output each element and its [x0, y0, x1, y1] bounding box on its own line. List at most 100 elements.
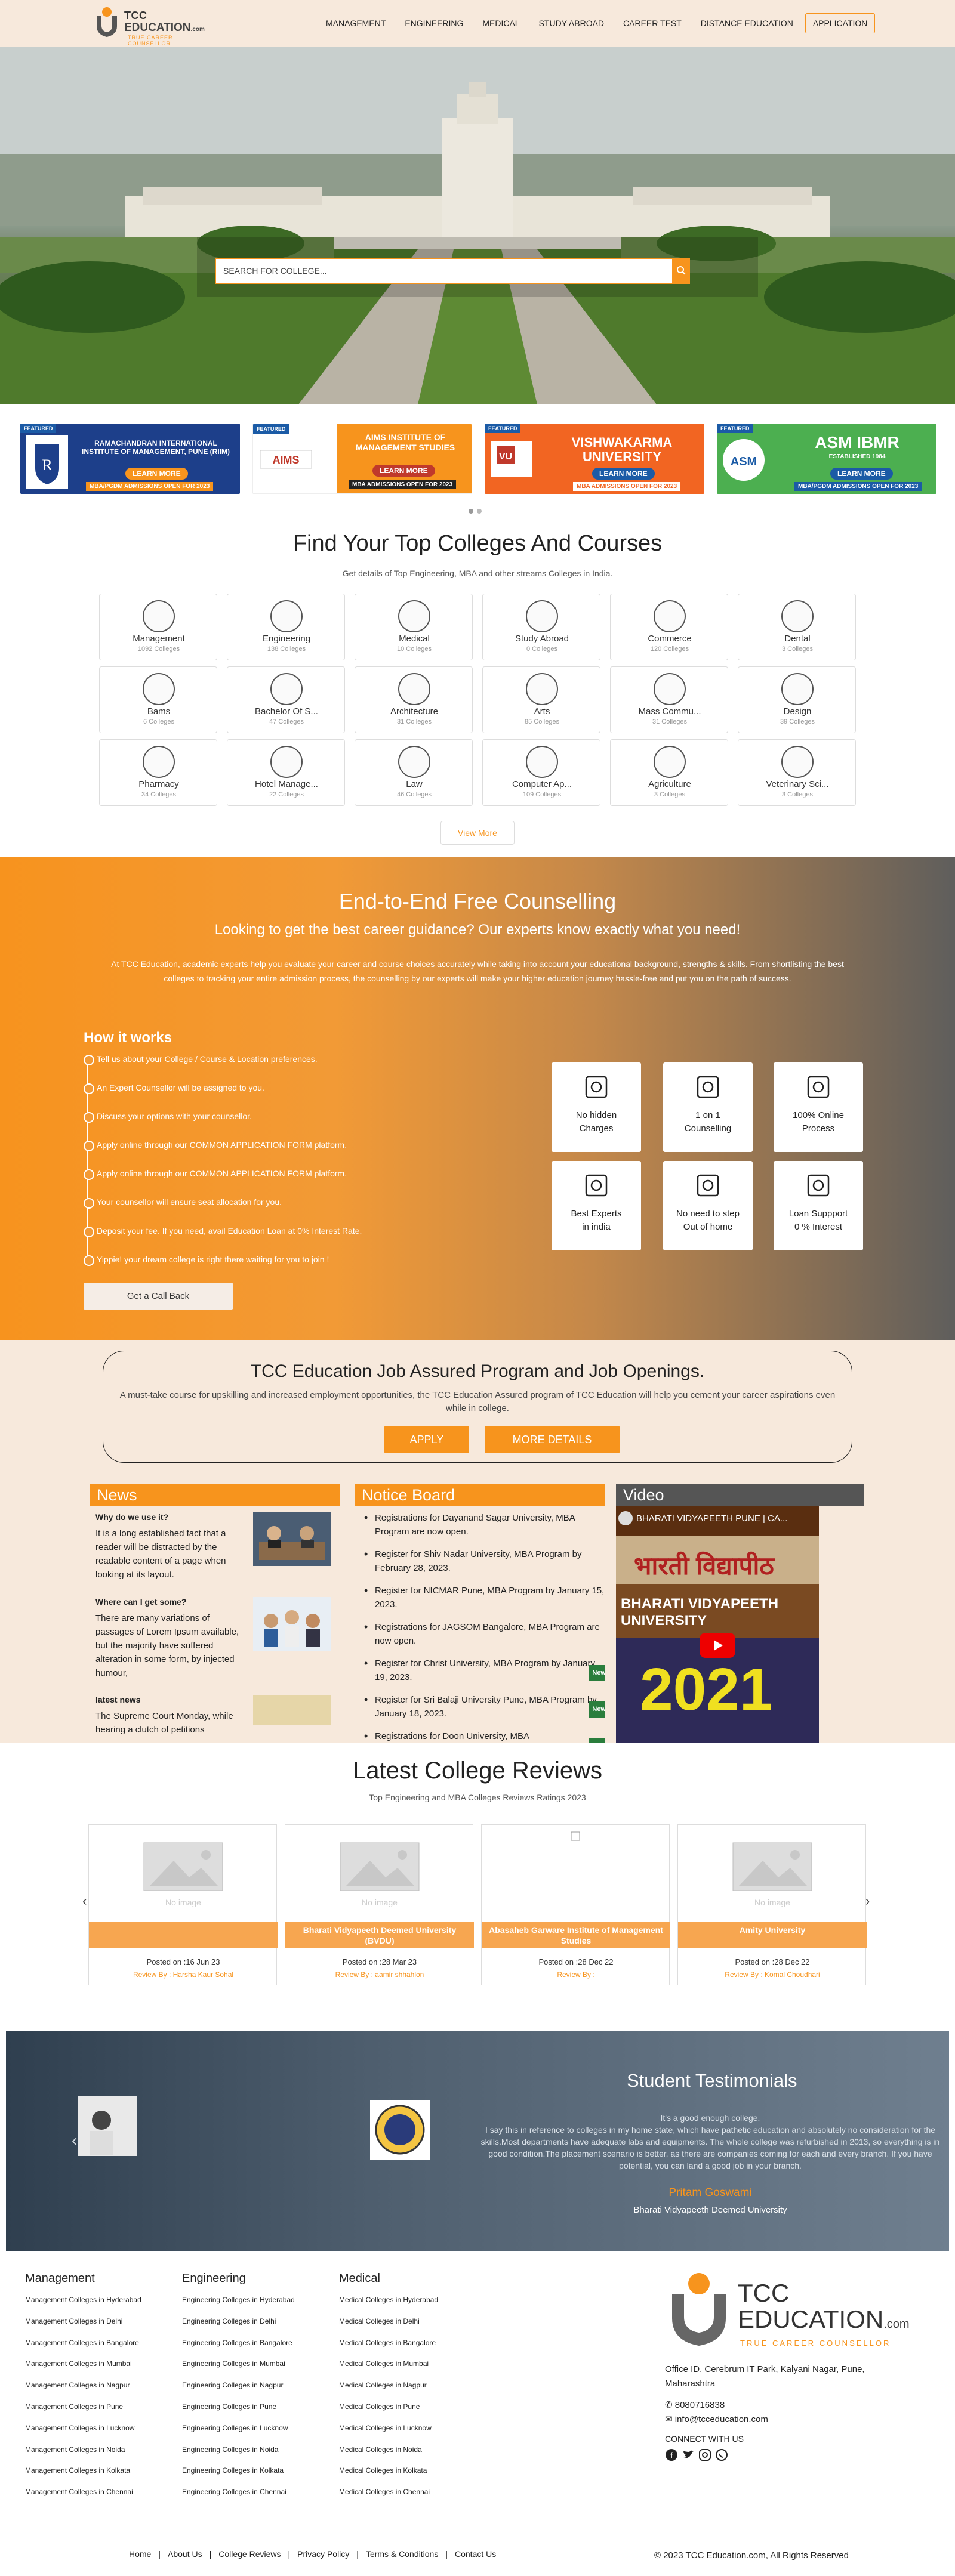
play-button[interactable]	[700, 1633, 735, 1658]
category-card[interactable]: Hotel Manage... 22 Colleges	[227, 739, 345, 806]
category-card[interactable]: Bachelor Of S... 47 Colleges	[227, 666, 345, 733]
footer-link[interactable]: Engineering Colleges in Delhi	[182, 2315, 295, 2337]
reviews-next-arrow-icon[interactable]: ›	[865, 1894, 870, 1909]
reviews-prev-arrow-icon[interactable]: ‹	[82, 1894, 87, 1909]
footer-link[interactable]: Medical Colleges in Noida	[339, 2444, 438, 2465]
category-card[interactable]: Medical 10 Colleges	[355, 594, 473, 660]
footer-link[interactable]: Engineering Colleges in Bangalore	[182, 2337, 295, 2358]
more-details-button[interactable]: MORE DETAILS	[485, 1426, 620, 1453]
category-card[interactable]: Pharmacy 34 Colleges	[99, 739, 217, 806]
banner-learn-more[interactable]: LEARN MORE	[125, 468, 188, 480]
testimonial-prev-arrow-icon[interactable]: ‹	[72, 2131, 77, 2150]
category-card[interactable]: Dental 3 Colleges	[738, 594, 856, 660]
banner-aims[interactable]: FEATURED AIMS AIMS INSTITUTE OF MANAGEME…	[252, 424, 472, 494]
footer-nav-link[interactable]: Home	[125, 2549, 155, 2559]
review-card[interactable]: No image Posted on :16 Jun 23 Review By : …	[88, 1824, 278, 1985]
footer-link[interactable]: Management Colleges in Nagpur	[25, 2379, 141, 2401]
category-card[interactable]: Design 39 Colleges	[738, 666, 856, 733]
footer-nav-link[interactable]: Terms & Conditions	[362, 2549, 442, 2559]
instagram-icon[interactable]	[698, 2448, 711, 2461]
footer-link[interactable]: Engineering Colleges in Lucknow	[182, 2422, 295, 2444]
notice-item[interactable]: Registrations for Dayanand Sagar Univers…	[362, 1511, 605, 1539]
banner-riim[interactable]: FEATURED R RAMACHANDRAN INTERNATIONAL IN…	[20, 424, 240, 494]
footer-link[interactable]: Engineering Colleges in Pune	[182, 2401, 295, 2422]
footer-nav-link[interactable]: About Us	[164, 2549, 206, 2559]
category-card[interactable]: Agriculture 3 Colleges	[610, 739, 728, 806]
nav-career-test[interactable]: CAREER TEST	[614, 18, 691, 28]
video-player[interactable]: BHARATI VIDYAPEETH PUNE | CA... भारती वि…	[616, 1506, 819, 1743]
footer-email[interactable]: ✉ info@tcceducation.com	[665, 2414, 768, 2424]
footer-link[interactable]: Management Colleges in Lucknow	[25, 2422, 141, 2444]
notice-item[interactable]: Register for Sri Balaji University Pune,…	[362, 1693, 605, 1721]
notice-item[interactable]: Register for Christ University, MBA Prog…	[362, 1657, 605, 1684]
notice-item[interactable]: Register for Shiv Nadar University, MBA …	[362, 1548, 605, 1575]
footer-link[interactable]: Medical Colleges in Chennai	[339, 2486, 438, 2507]
nav-medical[interactable]: MEDICAL	[473, 18, 529, 28]
footer-link[interactable]: Management Colleges in Pune	[25, 2401, 141, 2422]
news-item[interactable]: latest news The Supreme Court Monday, wh…	[96, 1695, 331, 1737]
notice-item[interactable]: Register for NICMAR Pune, MBA Program by…	[362, 1584, 605, 1611]
category-card[interactable]: Computer Ap... 109 Colleges	[482, 739, 600, 806]
category-card[interactable]: Architecture 31 Colleges	[355, 666, 473, 733]
apply-button[interactable]: APPLY	[384, 1426, 469, 1453]
footer-link[interactable]: Medical Colleges in Kolkata	[339, 2464, 438, 2486]
college-search-input[interactable]: SEARCH FOR COLLEGE...	[215, 258, 690, 284]
notice-item[interactable]: Registrations for Doon University, MBA Ne…	[362, 1729, 605, 1743]
category-card[interactable]: Commerce 120 Colleges	[610, 594, 728, 660]
facebook-icon[interactable]: f	[665, 2448, 678, 2461]
nav-study-abroad[interactable]: STUDY ABROAD	[529, 18, 614, 28]
news-item[interactable]: Why do we use it? It is a long establish…	[96, 1512, 331, 1582]
footer-nav-link[interactable]: College Reviews	[215, 2549, 284, 2559]
footer-link[interactable]: Engineering Colleges in Noida	[182, 2444, 295, 2465]
footer-link[interactable]: Management Colleges in Noida	[25, 2444, 141, 2465]
call-back-button[interactable]: Get a Call Back	[84, 1283, 233, 1310]
footer-phone[interactable]: ✆ 8080716838	[665, 2399, 725, 2410]
footer-link[interactable]: Medical Colleges in Bangalore	[339, 2337, 438, 2358]
nav-management[interactable]: MANAGEMENT	[316, 18, 395, 28]
footer-link[interactable]: Management Colleges in Mumbai	[25, 2358, 141, 2379]
footer-link[interactable]: Engineering Colleges in Hyderabad	[182, 2294, 295, 2315]
footer-link[interactable]: Medical Colleges in Delhi	[339, 2315, 438, 2337]
footer-link[interactable]: Medical Colleges in Lucknow	[339, 2422, 438, 2444]
category-card[interactable]: Management 1092 Colleges	[99, 594, 217, 660]
nav-distance-education[interactable]: DISTANCE EDUCATION	[691, 18, 803, 28]
footer-nav-link[interactable]: Privacy Policy	[294, 2549, 353, 2559]
news-item[interactable]: Where can I get some? There are many var…	[96, 1597, 331, 1680]
review-card[interactable]: No image Amity University Posted on :28 De…	[677, 1824, 867, 1985]
footer-link[interactable]: Management Colleges in Chennai	[25, 2486, 141, 2507]
category-card[interactable]: Mass Commu... 31 Colleges	[610, 666, 728, 733]
banner-learn-more[interactable]: LEARN MORE	[372, 465, 435, 477]
footer-link[interactable]: Management Colleges in Hyderabad	[25, 2294, 141, 2315]
site-logo[interactable]: TCC EDUCATION.com TRUE CAREER COUNSELLOR	[90, 4, 215, 47]
footer-nav-link[interactable]: Contact Us	[451, 2549, 500, 2559]
carousel-dot-active[interactable]	[469, 509, 473, 514]
nav-engineering[interactable]: ENGINEERING	[395, 18, 473, 28]
review-card[interactable]: Abasaheb Garware Institute of Management…	[481, 1824, 670, 1985]
category-card[interactable]: Study Abroad 0 Colleges	[482, 594, 600, 660]
footer-link[interactable]: Medical Colleges in Pune	[339, 2401, 438, 2422]
footer-link[interactable]: Medical Colleges in Nagpur	[339, 2379, 438, 2401]
search-button[interactable]	[672, 258, 690, 284]
footer-link[interactable]: Management Colleges in Kolkata	[25, 2464, 141, 2486]
carousel-dot[interactable]	[477, 509, 482, 514]
category-card[interactable]: Law 46 Colleges	[355, 739, 473, 806]
footer-link[interactable]: Medical Colleges in Hyderabad	[339, 2294, 438, 2315]
view-more-button[interactable]: View More	[440, 821, 515, 845]
footer-link[interactable]: Management Colleges in Delhi	[25, 2315, 141, 2337]
footer-link[interactable]: Engineering Colleges in Kolkata	[182, 2464, 295, 2486]
application-button[interactable]: APPLICATION	[805, 13, 876, 33]
banner-learn-more[interactable]: LEARN MORE	[592, 468, 655, 480]
banner-learn-more[interactable]: LEARN MORE	[830, 468, 893, 480]
review-card[interactable]: No image Bharati Vidyapeeth Deemed Univer…	[285, 1824, 474, 1985]
category-card[interactable]: Veterinary Sci... 3 Colleges	[738, 739, 856, 806]
footer-link[interactable]: Engineering Colleges in Chennai	[182, 2486, 295, 2507]
banner-vu[interactable]: FEATURED VU VISHWAKARMA UNIVERSITY LEARN…	[485, 424, 704, 494]
footer-link[interactable]: Management Colleges in Bangalore	[25, 2337, 141, 2358]
banner-asm[interactable]: FEATURED ASM ASM IBMR ESTABLISHED 1984 L…	[717, 424, 936, 494]
notice-item[interactable]: Registrations for JAGSOM Bangalore, MBA …	[362, 1620, 605, 1648]
footer-link[interactable]: Engineering Colleges in Nagpur	[182, 2379, 295, 2401]
twitter-icon[interactable]	[682, 2448, 695, 2461]
category-card[interactable]: Bams 6 Colleges	[99, 666, 217, 733]
footer-link[interactable]: Engineering Colleges in Mumbai	[182, 2358, 295, 2379]
category-card[interactable]: Arts 85 Colleges	[482, 666, 600, 733]
